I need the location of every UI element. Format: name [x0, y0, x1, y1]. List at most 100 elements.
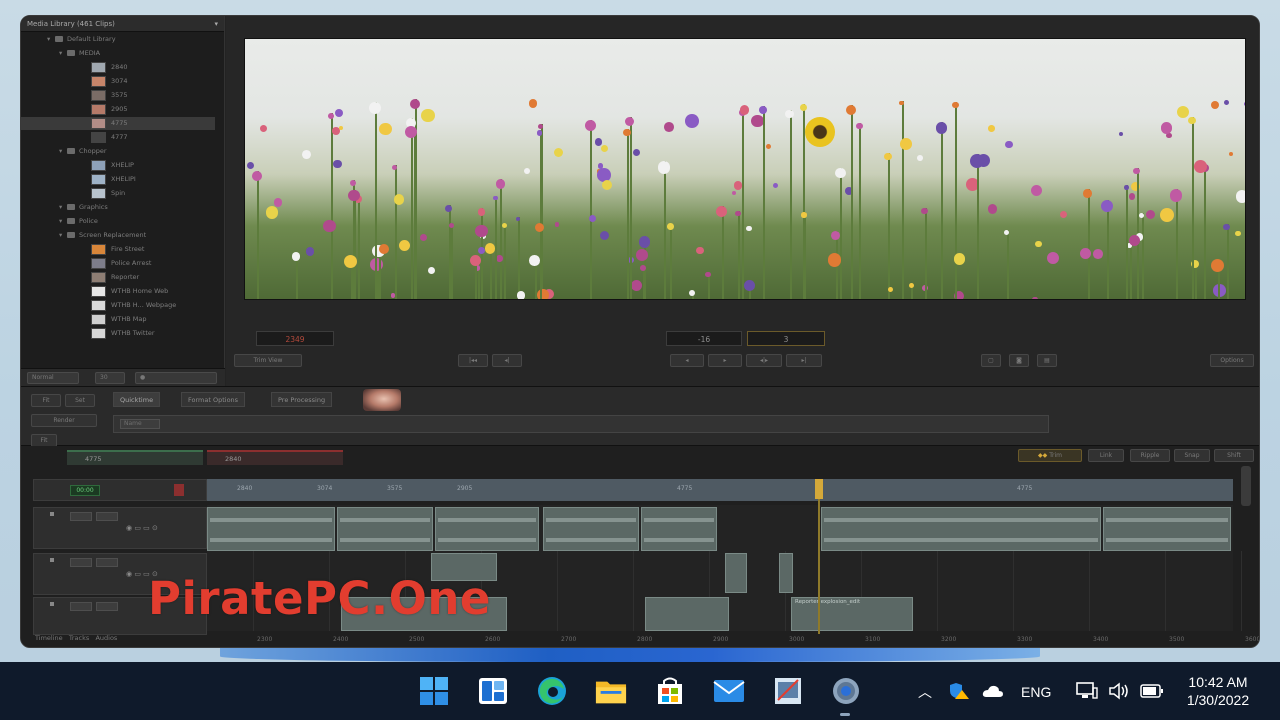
track-1-buttons[interactable]: ◉ ▭ ▭ ⊙	[126, 524, 158, 532]
timeline-clip-marker[interactable]: 3575	[387, 485, 402, 492]
settings-icon[interactable]	[830, 676, 862, 706]
onedrive-cloud-icon[interactable]	[982, 684, 1004, 703]
timeline-clip[interactable]	[543, 507, 639, 551]
timeline-clip[interactable]	[725, 553, 747, 593]
expand-arrow-icon[interactable]: ▾	[59, 201, 67, 214]
trim-tool-select[interactable]: ◆◆ Trim	[1018, 449, 1082, 462]
clock[interactable]: 10:42 AM 1/30/2022	[1178, 673, 1258, 709]
edge-browser-icon[interactable]	[536, 676, 568, 706]
track-1-toggle-icon[interactable]	[50, 512, 54, 516]
expand-arrow-icon[interactable]: ▾	[59, 145, 67, 158]
library-size-select[interactable]: 30	[95, 372, 125, 384]
record-icon[interactable]	[174, 484, 184, 496]
timeline-clip-marker[interactable]: 3074	[317, 485, 332, 492]
timeline-clip[interactable]	[779, 553, 793, 593]
timeline-clip-bar[interactable]: 2840 3074 3575 2905 4775 4775	[207, 479, 1233, 501]
library-collapse-icon[interactable]: ▾	[214, 16, 218, 32]
track-3-volume-field[interactable]	[96, 602, 118, 611]
fullscreen-icon[interactable]: ▢	[981, 354, 1001, 367]
ripple-toggle[interactable]: Ripple	[1130, 449, 1170, 462]
snap-toggle[interactable]: Snap	[1174, 449, 1210, 462]
timecode-center[interactable]: -16	[666, 331, 742, 346]
timecode-right[interactable]: 3	[747, 331, 825, 346]
library-item[interactable]: 3575	[21, 89, 215, 102]
view-mode-select[interactable]: Trim View	[234, 354, 302, 367]
library-item[interactable]: ▾ Default Library	[21, 33, 215, 46]
track-2-toggle-icon[interactable]	[50, 558, 54, 562]
play-around-button[interactable]: ◂|▸	[746, 354, 782, 367]
library-item[interactable]: ▾ MEDIA	[21, 47, 215, 60]
library-item[interactable]: 2840	[21, 61, 215, 74]
expand-arrow-icon[interactable]: ▾	[47, 33, 55, 46]
library-item[interactable]: Police Arrest	[21, 257, 215, 270]
defender-warning-icon[interactable]	[950, 682, 970, 705]
library-item[interactable]: Fire Street	[21, 243, 215, 256]
expand-arrow-icon[interactable]: ▾	[59, 229, 67, 242]
file-explorer-icon[interactable]	[595, 676, 627, 706]
track-1-volume-field[interactable]	[96, 512, 118, 521]
library-item[interactable]: 2905	[21, 103, 215, 116]
tray-overflow-icon[interactable]: ︿	[918, 682, 932, 702]
library-item[interactable]: XHELIP	[21, 159, 215, 172]
shift-select[interactable]: Shift	[1214, 449, 1254, 462]
volume-icon[interactable]	[1108, 682, 1130, 705]
timeline-clip[interactable]	[1103, 507, 1231, 551]
timeline-clip[interactable]	[337, 507, 433, 551]
tab-quicktime[interactable]: Quicktime	[113, 392, 161, 407]
timeline-clip-marker[interactable]: 2905	[457, 485, 472, 492]
play-button[interactable]: ▸	[708, 354, 742, 367]
library-item[interactable]: ▾ Chopper	[21, 145, 215, 158]
microsoft-store-icon[interactable]	[654, 676, 686, 706]
prev-edit-button[interactable]: ◂|	[492, 354, 522, 367]
library-item[interactable]: WTHB Twitter	[21, 327, 215, 340]
track-2-volume-field[interactable]	[96, 558, 118, 567]
library-item[interactable]: XHELIPI	[21, 173, 215, 186]
track-1-name-field[interactable]	[70, 512, 92, 521]
library-item[interactable]: WTHB Map	[21, 313, 215, 326]
library-item[interactable]: ▾ Screen Replacement	[21, 229, 215, 242]
go-start-button[interactable]: |◂◂	[458, 354, 488, 367]
tab-audios[interactable]: Audios	[95, 634, 117, 642]
windows-start-icon[interactable]	[418, 676, 450, 706]
timeline-clip[interactable]	[821, 507, 1101, 551]
library-item[interactable]: 4775	[21, 117, 215, 130]
library-item[interactable]: ▾ Police	[21, 215, 215, 228]
track-2-name-field[interactable]	[70, 558, 92, 567]
link-toggle[interactable]: Link	[1088, 449, 1124, 462]
timeline-clip-marker[interactable]: 2840	[237, 485, 252, 492]
mail-icon[interactable]	[713, 676, 745, 706]
sequence-tab-2840[interactable]: 2840	[207, 450, 343, 465]
library-item[interactable]: WTHB H... Webpage	[21, 299, 215, 312]
playhead[interactable]	[818, 479, 820, 634]
render-select[interactable]: Render	[31, 414, 97, 427]
expand-arrow-icon[interactable]: ▾	[59, 47, 67, 60]
tab-timeline[interactable]: Timeline	[35, 634, 63, 642]
library-item[interactable]: 3074	[21, 75, 215, 88]
timecode-left[interactable]: 2349	[256, 331, 334, 346]
fit-button[interactable]: Fit	[31, 394, 61, 407]
name-field[interactable]: Name	[113, 415, 1049, 433]
viewer-options-select[interactable]: Options	[1210, 354, 1254, 367]
timeline-clip[interactable]: Reporter explosion_edit	[791, 597, 913, 631]
library-item[interactable]: 4777	[21, 131, 215, 144]
timeline-clip[interactable]	[641, 507, 717, 551]
language-indicator[interactable]: ENG	[1021, 684, 1051, 700]
tab-pre-processing[interactable]: Pre Processing	[271, 392, 333, 407]
camera-icon[interactable]: ◙	[1009, 354, 1029, 367]
step-back-button[interactable]: ◂	[670, 354, 704, 367]
next-edit-button[interactable]: ▸|	[786, 354, 822, 367]
battery-icon[interactable]	[1140, 684, 1164, 703]
timeline-clip[interactable]	[207, 507, 335, 551]
track-3-name-field[interactable]	[70, 602, 92, 611]
playhead-handle[interactable]	[815, 479, 823, 499]
network-icon[interactable]	[1076, 682, 1098, 705]
set-button[interactable]: Set	[65, 394, 95, 407]
library-item[interactable]: Reporter	[21, 271, 215, 284]
timeline-scrollbar[interactable]	[1241, 466, 1251, 506]
track-3-toggle-icon[interactable]	[50, 602, 54, 606]
library-item[interactable]: Spin	[21, 187, 215, 200]
sequence-tab-4775[interactable]: 4775	[67, 450, 203, 465]
timeline-clip[interactable]	[645, 597, 729, 631]
tab-tracks[interactable]: Tracks	[69, 634, 89, 642]
library-search-field[interactable]: ●	[135, 372, 217, 384]
